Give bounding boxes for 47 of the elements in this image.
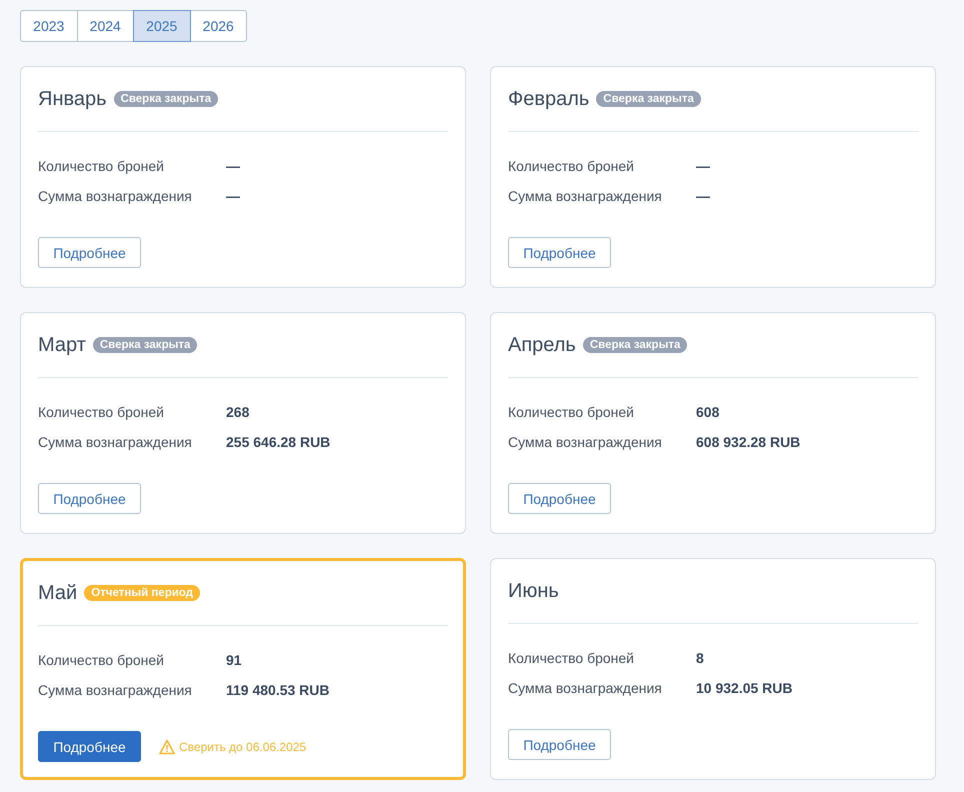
field-label: Сумма вознаграждения — [508, 679, 663, 697]
month-title: Июнь — [508, 580, 559, 602]
year-tab[interactable]: 2024 — [76, 10, 134, 42]
field-value: 255 646.28 RUB — [226, 433, 330, 451]
month-title: Май — [38, 582, 78, 604]
field-label: Сумма вознаграждения — [38, 187, 193, 205]
field-value: — — [226, 187, 240, 205]
field-label: Количество броней — [38, 157, 165, 175]
field-label: Сумма вознаграждения — [508, 433, 663, 451]
status-badge: Сверка закрыта — [92, 337, 198, 353]
field-label: Количество броней — [508, 157, 635, 175]
details-button[interactable]: Подробнее — [508, 483, 611, 514]
year-tab[interactable]: 2025 — [133, 10, 190, 42]
field-label: Количество броней — [508, 403, 635, 421]
month-title: Апрель — [508, 334, 576, 356]
field-value: 268 — [226, 403, 250, 421]
details-button[interactable]: Подробнее — [508, 237, 611, 268]
status-badge: Сверка закрыта — [582, 337, 688, 353]
field-value: 608 932.28 RUB — [696, 433, 800, 451]
field-value: 119 480.53 RUB — [226, 681, 330, 699]
status-badge: Отчетный период — [84, 585, 200, 601]
details-button[interactable]: Подробнее — [38, 237, 141, 268]
month-title: Февраль — [508, 88, 590, 110]
field-value: — — [226, 157, 240, 175]
month-title: Март — [38, 334, 86, 356]
field-label: Количество броней — [508, 649, 635, 667]
details-button[interactable]: Подробнее — [38, 483, 141, 514]
field-label: Сумма вознаграждения — [38, 681, 193, 699]
status-badge: Сверка закрыта — [596, 91, 701, 107]
field-value: 608 — [696, 403, 720, 421]
details-button[interactable]: Подробнее — [38, 731, 141, 762]
field-label: Сумма вознаграждения — [38, 433, 193, 451]
month-title: Январь — [38, 88, 107, 110]
year-tab[interactable]: 2026 — [190, 10, 247, 42]
warning-icon — [159, 738, 175, 754]
field-label: Сумма вознаграждения — [508, 187, 663, 205]
details-button[interactable]: Подробнее — [508, 729, 611, 760]
field-value: 91 — [226, 651, 242, 669]
year-tab[interactable]: 2023 — [20, 10, 78, 42]
field-value: — — [696, 157, 710, 175]
field-value: 10 932.05 RUB — [696, 679, 793, 697]
field-value: 8 — [696, 649, 704, 667]
deadline-warning: Сверить до 06.06.2025 — [179, 740, 306, 754]
field-value: — — [696, 187, 710, 205]
field-label: Количество броней — [38, 651, 165, 669]
field-label: Количество броней — [38, 403, 165, 421]
status-badge: Сверка закрыта — [114, 91, 218, 107]
